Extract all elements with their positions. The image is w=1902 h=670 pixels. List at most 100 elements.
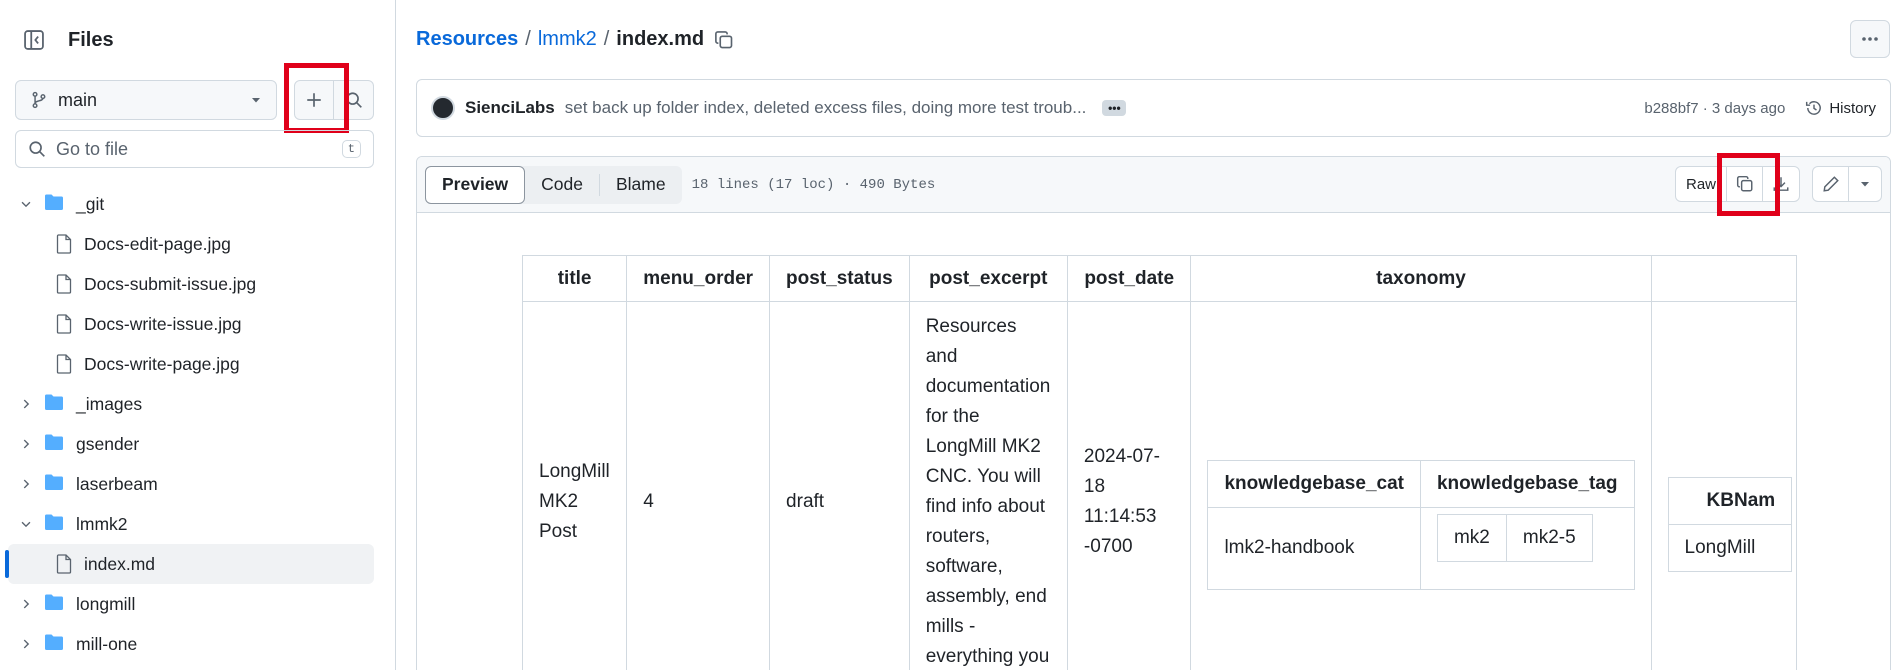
cell-extra: KBNam LongMill (1650, 301, 1797, 670)
breadcrumb-repo-link[interactable]: Resources (416, 28, 518, 51)
tree-item-label: _images (76, 393, 143, 414)
history-button[interactable]: History (1805, 99, 1876, 117)
table-header-row: knowledgebase_cat knowledgebase_tag (1207, 459, 1635, 508)
tree-folder[interactable]: mill-one (0, 624, 396, 664)
go-to-file-box[interactable]: t (15, 130, 374, 168)
file-icon (56, 554, 72, 574)
branch-selector[interactable]: main (15, 80, 277, 120)
tree-file[interactable]: Docs-submit-issue.jpg (0, 264, 396, 304)
table-header: knowledgebase_cat (1207, 459, 1421, 508)
cell-tag: mk2 (1436, 513, 1507, 562)
kebab-horizontal-icon (1862, 37, 1878, 41)
tab-blame[interactable]: Blame (600, 166, 682, 204)
cell-taxonomy: knowledgebase_cat knowledgebase_tag lmk2… (1190, 301, 1652, 670)
sidebar-collapse-icon (24, 30, 44, 50)
file-tree-sidebar: Files main t _git Docs-edit-page.jpg Docs-… (0, 0, 396, 670)
expand-commit-message-button[interactable]: ••• (1102, 100, 1127, 116)
file-tree: _git Docs-edit-page.jpg Docs-submit-issue.… (0, 184, 396, 664)
copy-path-button[interactable] (714, 30, 734, 50)
tree-folder[interactable]: longmill (0, 584, 396, 624)
tree-folder[interactable]: laserbeam (0, 464, 396, 504)
taxonomy-table: knowledgebase_cat knowledgebase_tag lmk2… (1207, 459, 1635, 590)
tree-folder[interactable]: lmmk2 (0, 504, 396, 544)
tree-item-label: Docs-edit-page.jpg (84, 233, 231, 254)
tab-preview[interactable]: Preview (425, 165, 526, 204)
folder-icon (45, 514, 63, 530)
caret-down-icon (252, 98, 260, 103)
history-icon (1806, 101, 1822, 115)
search-icon (345, 92, 362, 108)
add-file-button[interactable] (294, 80, 334, 120)
chevron-right-icon (23, 439, 30, 449)
search-files-button[interactable] (334, 80, 374, 120)
cell-knowledgebase-tag: mk2 mk2-5 (1419, 506, 1635, 590)
table-header-row: KBNam (1667, 477, 1793, 525)
table-header-extra (1650, 255, 1797, 302)
folder-icon (45, 474, 63, 490)
table-header: title (521, 255, 628, 302)
folder-icon (45, 434, 63, 450)
table-row: LongMill (1667, 524, 1793, 572)
breadcrumb-folder-link[interactable]: lmmk2 (538, 28, 597, 51)
file-content-box: Preview Code Blame 18 lines (17 loc) · 4… (416, 156, 1891, 670)
raw-copy-download-group: Raw (1674, 166, 1800, 202)
table-row: LongMill MK2 Post 4 draft Resources and … (521, 301, 1797, 670)
edit-options-button[interactable] (1849, 167, 1881, 201)
view-mode-tabs: Preview Code Blame (425, 165, 682, 204)
pencil-icon (1822, 176, 1839, 192)
cell-post-excerpt: Resources and documentation for the Long… (908, 301, 1068, 670)
cell-post-date: 2024-07-18 11:14:53 -0700 (1066, 301, 1192, 670)
copy-icon (715, 30, 733, 48)
download-icon (1773, 177, 1789, 191)
table-header: menu_order (626, 255, 771, 302)
collapse-sidebar-button[interactable] (16, 22, 52, 58)
cell-menu-order: 4 (626, 301, 771, 670)
tree-folder[interactable]: _git (0, 184, 396, 224)
caret-down-icon (1861, 182, 1869, 187)
tree-folder[interactable]: _images (0, 384, 396, 424)
table-header: KBNam (1667, 477, 1793, 525)
tree-item-label: mill-one (76, 633, 138, 654)
tree-item-label: Docs-write-issue.jpg (84, 313, 242, 334)
cell-tag: mk2-5 (1505, 513, 1593, 562)
tree-file-selected[interactable]: index.md (5, 544, 374, 584)
commit-author[interactable]: SienciLabs (465, 98, 555, 118)
chevron-right-icon (23, 399, 30, 409)
file-actions: Raw (1674, 166, 1882, 202)
commit-meta[interactable]: b288bf7 · 3 days ago (1644, 100, 1785, 117)
latest-commit-bar: SienciLabs set back up folder index, del… (416, 79, 1891, 137)
edit-group (1812, 166, 1882, 202)
tree-file[interactable]: Docs-write-page.jpg (0, 344, 396, 384)
tree-item-label: index.md (84, 553, 156, 574)
copy-raw-button[interactable] (1727, 167, 1763, 201)
tree-file[interactable]: Docs-edit-page.jpg (0, 224, 396, 264)
raw-button[interactable]: Raw (1676, 167, 1727, 201)
avatar[interactable] (431, 96, 455, 120)
file-view: Resources / lmmk2 / index.md SienciLabs … (397, 0, 1902, 670)
more-options-button[interactable] (1850, 20, 1890, 58)
download-button[interactable] (1763, 167, 1799, 201)
git-branch-icon (32, 91, 46, 109)
extra-table: KBNam LongMill (1667, 477, 1793, 572)
tab-code[interactable]: Code (525, 166, 599, 204)
tree-folder[interactable]: gsender (0, 424, 396, 464)
file-icon (56, 354, 72, 374)
tree-file[interactable]: Docs-write-issue.jpg (0, 304, 396, 344)
edit-file-button[interactable] (1813, 167, 1849, 201)
cell-extra-value: LongMill (1667, 524, 1793, 572)
table-header: taxonomy (1190, 255, 1652, 302)
table-header: post_date (1066, 255, 1192, 302)
table-header: knowledgebase_tag (1419, 459, 1635, 508)
sidebar-header: Files (16, 22, 114, 58)
frontmatter-table: title menu_order post_status post_excerp… (521, 255, 1797, 670)
go-to-file-input[interactable] (56, 138, 342, 160)
file-toolbar: Preview Code Blame 18 lines (17 loc) · 4… (417, 157, 1890, 213)
commit-message[interactable]: set back up folder index, deleted excess… (565, 98, 1087, 118)
tree-item-label: longmill (76, 593, 136, 614)
cell-knowledgebase-cat: lmk2-handbook (1207, 506, 1421, 590)
breadcrumb: Resources / lmmk2 / index.md (416, 28, 734, 51)
tree-item-label: _git (76, 193, 105, 214)
folder-icon (45, 194, 63, 210)
tree-item-label: gsender (76, 433, 140, 454)
table-header: post_excerpt (908, 255, 1068, 302)
